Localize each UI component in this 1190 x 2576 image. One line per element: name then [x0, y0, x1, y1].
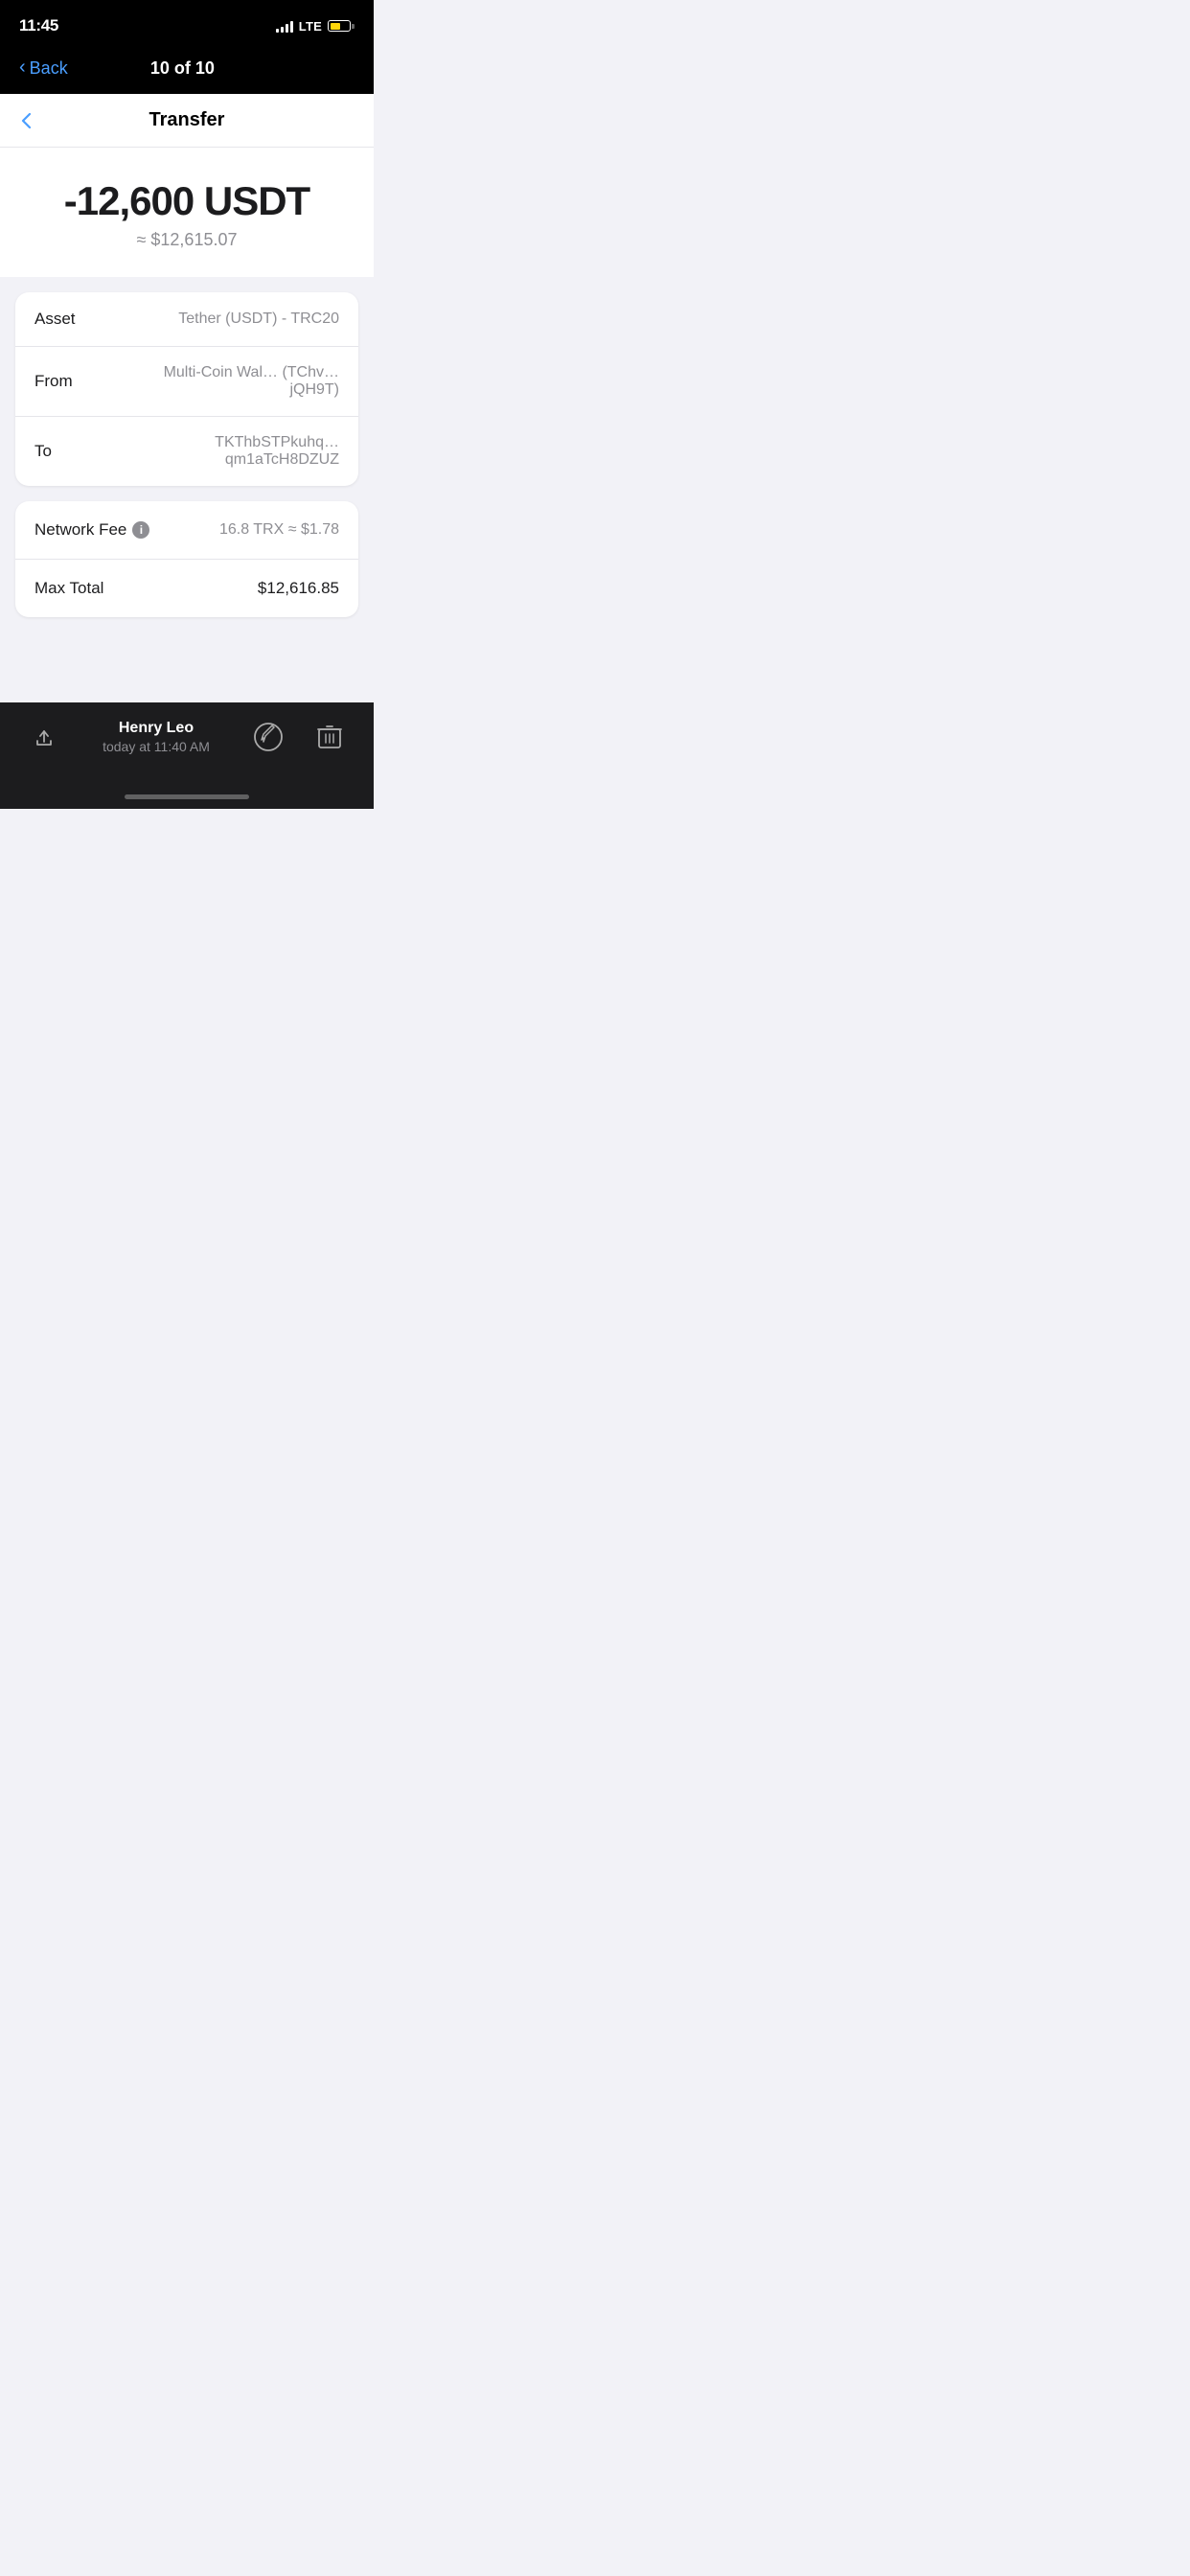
toolbar-icon-group: [247, 716, 351, 758]
asset-label: Asset: [34, 310, 76, 329]
status-time: 11:45: [19, 16, 58, 35]
to-row: To TKThbSTPkuhq…qm1aTcH8DZUZ: [15, 417, 358, 486]
max-total-row: Max Total $12,616.85: [15, 560, 358, 617]
asset-row: Asset Tether (USDT) - TRC20: [15, 292, 358, 347]
amount-section: -12,600 USDT ≈ $12,615.07: [0, 148, 374, 277]
inner-back-button[interactable]: [15, 109, 38, 132]
from-row: From Multi-Coin Wal… (TChv…jQH9T): [15, 347, 358, 417]
bottom-toolbar: Henry Leo today at 11:40 AM: [0, 702, 374, 787]
inner-title: Transfer: [149, 109, 225, 131]
toolbar-center: Henry Leo today at 11:40 AM: [103, 720, 210, 754]
main-content: Transfer -12,600 USDT ≈ $12,615.07 Asset…: [0, 94, 374, 702]
back-label: Back: [30, 58, 68, 79]
to-label: To: [34, 442, 52, 461]
amount-primary: -12,600 USDT: [64, 178, 309, 224]
edit-button[interactable]: [247, 716, 289, 758]
from-value: Multi-Coin Wal… (TChv…jQH9T): [128, 364, 339, 399]
delete-button[interactable]: [309, 716, 351, 758]
info-icon[interactable]: i: [132, 521, 149, 539]
to-value: TKThbSTPkuhq…qm1aTcH8DZUZ: [128, 434, 339, 469]
content-spacer: [0, 617, 374, 702]
asset-value: Tether (USDT) - TRC20: [178, 310, 339, 328]
amount-secondary: ≈ $12,615.07: [137, 230, 238, 250]
nav-bar: ‹ Back 10 of 10: [0, 48, 374, 94]
share-button[interactable]: [23, 716, 65, 758]
network-fee-row: Network Fee i 16.8 TRX ≈ $1.78: [15, 501, 358, 560]
network-fee-label-group: Network Fee i: [34, 520, 149, 540]
inner-nav: Transfer: [0, 94, 374, 148]
network-fee-label: Network Fee: [34, 520, 126, 540]
battery-icon: [328, 20, 355, 32]
network-type: LTE: [299, 19, 322, 34]
status-icons: LTE: [276, 19, 355, 34]
from-label: From: [34, 372, 73, 391]
network-fee-value: 16.8 TRX ≈ $1.78: [219, 521, 339, 539]
nav-title: 10 of 10: [150, 58, 215, 79]
max-total-value: $12,616.85: [258, 579, 339, 598]
max-total-label: Max Total: [34, 579, 103, 598]
back-chevron-icon: ‹: [19, 57, 26, 79]
home-pill: [125, 794, 249, 799]
back-button[interactable]: ‹ Back: [19, 58, 68, 79]
toolbar-timestamp: today at 11:40 AM: [103, 739, 210, 754]
fee-card: Network Fee i 16.8 TRX ≈ $1.78 Max Total…: [15, 501, 358, 617]
status-bar: 11:45 LTE: [0, 0, 374, 48]
home-indicator: [0, 787, 374, 809]
toolbar-user-name: Henry Leo: [119, 720, 194, 737]
details-card: Asset Tether (USDT) - TRC20 From Multi-C…: [15, 292, 358, 486]
signal-icon: [276, 19, 293, 33]
